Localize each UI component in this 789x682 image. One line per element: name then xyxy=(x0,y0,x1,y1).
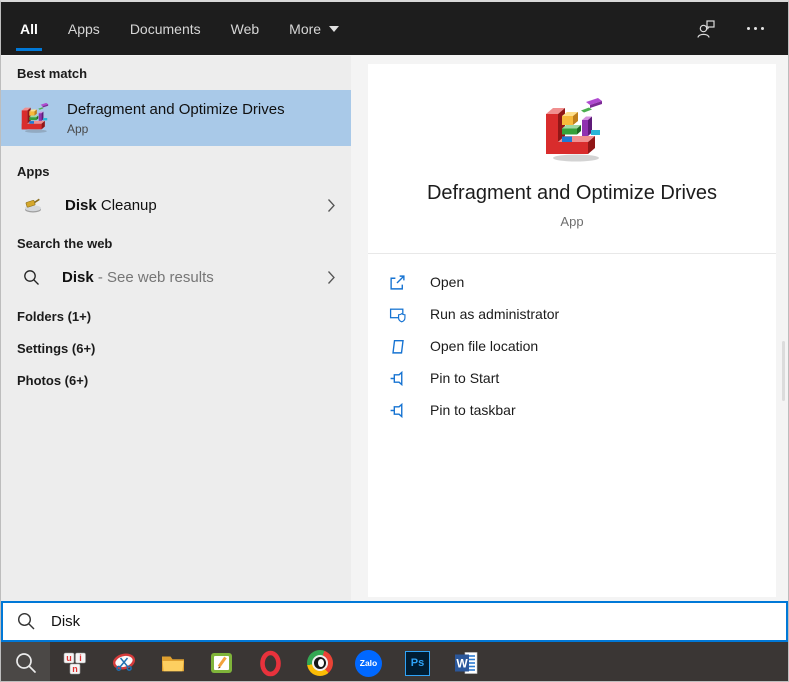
taskbar-search-box xyxy=(1,601,788,642)
chevron-right-icon xyxy=(327,198,336,213)
photoshop-icon: Ps xyxy=(405,651,430,676)
windows-search-flyout: All Apps Documents Web More Best match xyxy=(0,0,789,682)
group-photos[interactable]: Photos (6+) xyxy=(1,364,351,396)
pin-start-icon xyxy=(389,370,406,387)
taskbar-photoshop-button[interactable]: Ps xyxy=(393,642,442,682)
more-options-icon[interactable] xyxy=(745,21,766,36)
chevron-down-icon xyxy=(329,26,339,32)
disk-cleanup-icon xyxy=(23,195,43,215)
unikey-icon: u i n xyxy=(62,650,88,676)
chrome-icon xyxy=(307,650,333,676)
zalo-icon: Zalo xyxy=(355,650,382,677)
open-icon xyxy=(389,274,406,291)
query-text: Disk xyxy=(65,197,97,214)
best-match-result[interactable]: Defragment and Optimize Drives App xyxy=(1,90,351,146)
search-input[interactable] xyxy=(49,612,772,631)
taskbar-chrome-button[interactable] xyxy=(295,642,344,682)
preview-type: App xyxy=(560,214,583,229)
web-section-header: Search the web xyxy=(1,222,351,260)
tab-apps[interactable]: Apps xyxy=(68,2,100,55)
apps-section-header: Apps xyxy=(1,146,351,188)
action-pin-to-taskbar[interactable]: Pin to taskbar xyxy=(368,394,776,426)
tab-more[interactable]: More xyxy=(289,2,339,55)
action-pin-to-start[interactable]: Pin to Start xyxy=(368,362,776,394)
preview-panel: Defragment and Optimize Drives App Open xyxy=(368,64,776,597)
taskbar: u i n xyxy=(1,642,788,682)
tab-all[interactable]: All xyxy=(20,2,38,55)
group-folders[interactable]: Folders (1+) xyxy=(1,300,351,332)
action-open[interactable]: Open xyxy=(368,266,776,298)
result-web-search[interactable]: Disk - See web results xyxy=(1,260,351,294)
preview-title: Defragment and Optimize Drives xyxy=(427,182,717,205)
defrag-app-icon xyxy=(17,101,51,135)
notepad-plus-plus-icon xyxy=(209,650,235,676)
search-icon xyxy=(17,612,36,631)
opera-icon xyxy=(257,650,284,677)
results-area: Best match xyxy=(1,56,788,601)
file-explorer-icon xyxy=(160,650,186,676)
svg-text:n: n xyxy=(72,664,78,674)
query-text: Disk xyxy=(62,269,94,286)
result-rest: Cleanup xyxy=(97,197,157,214)
results-panel: Best match xyxy=(1,56,351,601)
action-run-as-admin[interactable]: Run as administrator xyxy=(368,298,776,330)
taskbar-snipping-tool-button[interactable] xyxy=(99,642,148,682)
action-list: Open Run as administrator Open fi xyxy=(368,254,776,426)
word-icon: W xyxy=(454,650,480,676)
file-location-icon xyxy=(389,338,406,355)
group-settings[interactable]: Settings (6+) xyxy=(1,332,351,364)
tab-web[interactable]: Web xyxy=(231,2,260,55)
snipping-tool-icon xyxy=(111,650,137,676)
search-icon xyxy=(23,269,40,286)
run-admin-icon xyxy=(389,306,406,323)
taskbar-opera-button[interactable] xyxy=(246,642,295,682)
search-filter-header: All Apps Documents Web More xyxy=(1,2,788,55)
taskbar-word-button[interactable]: W xyxy=(442,642,491,682)
result-rest: - See web results xyxy=(94,269,214,286)
best-match-title: Defragment and Optimize Drives xyxy=(67,101,285,118)
search-icon xyxy=(14,651,38,675)
header-actions xyxy=(695,2,766,55)
defrag-app-icon-large xyxy=(536,94,608,166)
result-groups: Folders (1+) Settings (6+) Photos (6+) xyxy=(1,300,351,396)
user-feedback-icon[interactable] xyxy=(695,18,717,40)
action-open-file-location[interactable]: Open file location xyxy=(368,330,776,362)
chevron-right-icon xyxy=(327,270,336,285)
taskbar-zalo-button[interactable]: Zalo xyxy=(344,642,393,682)
svg-text:i: i xyxy=(79,653,82,663)
taskbar-notepad-plus-plus-button[interactable] xyxy=(197,642,246,682)
best-match-type: App xyxy=(67,122,285,136)
scrollbar-thumb[interactable] xyxy=(782,341,785,401)
svg-text:u: u xyxy=(66,653,72,663)
taskbar-file-explorer-button[interactable] xyxy=(148,642,197,682)
tab-documents[interactable]: Documents xyxy=(130,2,201,55)
svg-text:W: W xyxy=(456,657,468,671)
taskbar-search-button[interactable] xyxy=(1,642,50,682)
best-match-header: Best match xyxy=(1,56,351,90)
filter-tabs: All Apps Documents Web More xyxy=(20,2,339,55)
taskbar-unikey-button[interactable]: u i n xyxy=(50,642,99,682)
pin-taskbar-icon xyxy=(389,402,406,419)
result-disk-cleanup[interactable]: Disk Cleanup xyxy=(1,188,351,222)
